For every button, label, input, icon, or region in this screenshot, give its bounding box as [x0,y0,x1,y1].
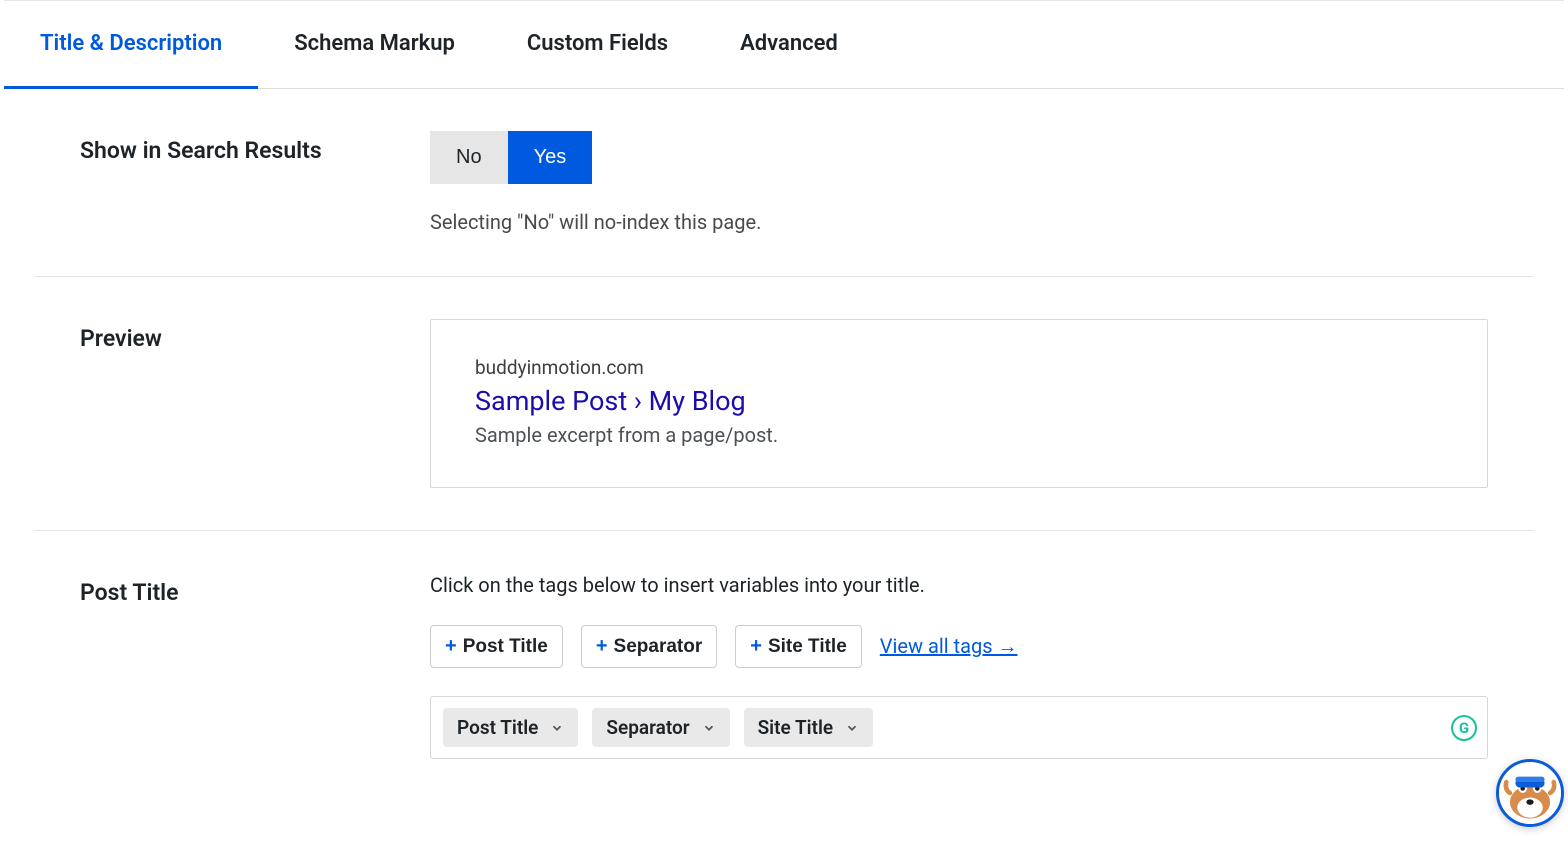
serp-description: Sample excerpt from a page/post. [475,423,1443,447]
plus-icon: + [445,635,457,658]
tag-label: Site Title [768,636,847,658]
tag-label: Separator [614,636,703,658]
mascot-help-button[interactable] [1496,759,1564,827]
plus-icon: + [596,635,608,658]
section-preview: Preview buddyinmotion.com Sample Post › … [34,277,1534,531]
view-all-tags-link[interactable]: View all tags → [880,634,1018,659]
tab-advanced[interactable]: Advanced [704,1,874,89]
chip-post-title[interactable]: Post Title [443,708,578,747]
tag-insert-row: + Post Title + Separator + Site Title Vi… [430,625,1488,668]
chevron-down-icon [698,717,720,739]
chip-site-title[interactable]: Site Title [744,708,874,747]
serp-preview[interactable]: buddyinmotion.com Sample Post › My Blog … [430,319,1488,488]
label-preview: Preview [80,319,430,488]
chip-label: Post Title [457,716,538,739]
toggle-no[interactable]: No [430,131,508,184]
hint-post-title: Click on the tags below to insert variab… [430,573,1488,597]
tag-post-title[interactable]: + Post Title [430,625,563,668]
section-show-in-search: Show in Search Results No Yes Selecting … [34,89,1534,277]
chevron-down-icon [546,717,568,739]
tag-label: Post Title [463,636,548,658]
toggle-show-in-search: No Yes [430,131,592,184]
tab-schema-markup[interactable]: Schema Markup [258,1,491,89]
chip-separator[interactable]: Separator [592,708,729,747]
tag-site-title[interactable]: + Site Title [735,625,862,668]
chip-label: Separator [606,716,689,739]
plus-icon: + [750,635,762,658]
tag-separator[interactable]: + Separator [581,625,717,668]
chevron-down-icon [841,717,863,739]
label-post-title: Post Title [80,573,430,759]
grammarly-icon[interactable]: G [1451,715,1477,741]
tab-title-description[interactable]: Title & Description [4,1,258,89]
chip-label: Site Title [758,716,834,739]
tabs-bar: Title & Description Schema Markup Custom… [4,1,1564,89]
toggle-yes[interactable]: Yes [508,131,593,184]
section-post-title: Post Title Click on the tags below to in… [34,531,1534,801]
serp-title: Sample Post › My Blog [475,385,1443,417]
tab-custom-fields[interactable]: Custom Fields [491,1,704,89]
post-title-input[interactable]: Post Title Separator Site Title [430,696,1488,759]
label-show-in-search: Show in Search Results [80,131,430,234]
serp-url: buddyinmotion.com [475,356,1443,379]
hint-noindex: Selecting "No" will no-index this page. [430,210,1488,234]
